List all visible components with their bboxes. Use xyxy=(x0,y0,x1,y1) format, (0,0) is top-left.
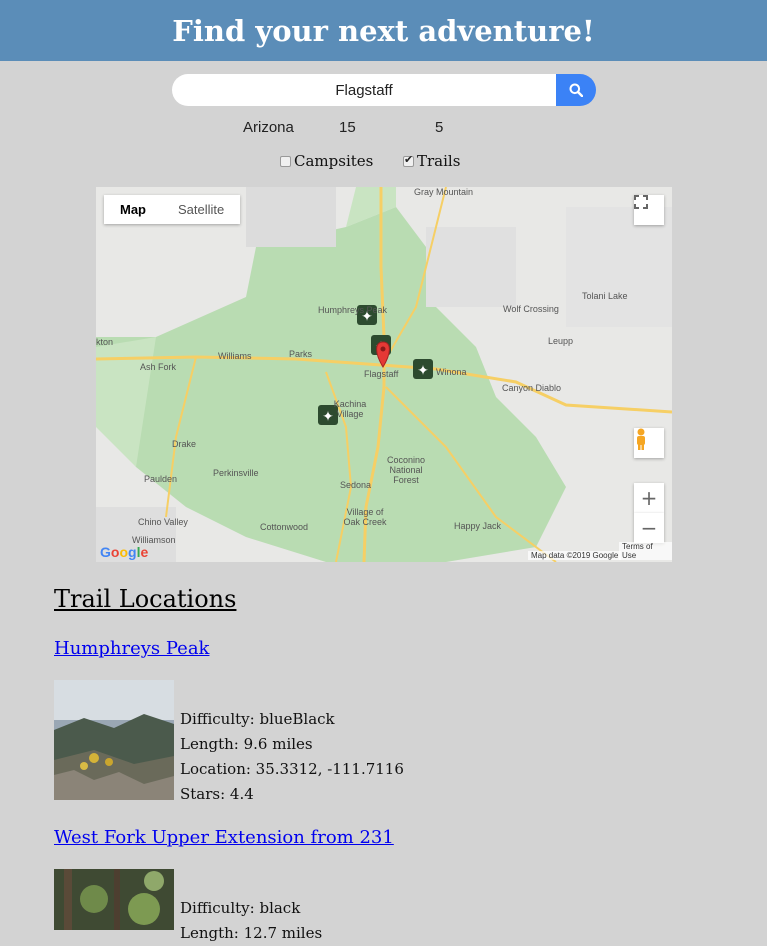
search-icon xyxy=(569,83,583,97)
map-type-map-button[interactable]: Map xyxy=(104,195,162,224)
search-bar xyxy=(172,74,596,106)
map-label: Chino Valley xyxy=(138,517,188,527)
map-label: kton xyxy=(96,337,114,347)
trail-details: Difficulty: blueBlack Length: 9.6 miles … xyxy=(180,707,404,807)
map-label: Humphreys Peak xyxy=(318,305,388,315)
trail-stars: Stars: 4.4 xyxy=(180,785,254,803)
section-title: Trail Locations xyxy=(54,585,237,613)
filter-campsites[interactable]: Campsites xyxy=(280,152,373,170)
map-label: Winona xyxy=(436,367,467,377)
map-label: Coconino National Forest xyxy=(386,455,426,485)
map-label: Williams xyxy=(218,351,252,361)
map-label: Perkinsville xyxy=(213,468,259,478)
map-label: Paulden xyxy=(144,474,178,484)
count-value: 5 xyxy=(435,119,444,136)
map-label: Tolani Lake xyxy=(582,291,628,301)
campsites-label: Campsites xyxy=(294,152,374,170)
terms-link[interactable]: Terms of Use xyxy=(619,542,672,560)
trail-link[interactable]: Humphreys Peak xyxy=(54,638,209,659)
trail-thumbnail xyxy=(54,869,174,930)
map-attribution: Map data ©2019 Google xyxy=(528,551,622,560)
map-label: Drake xyxy=(172,439,197,449)
trail-marker-3[interactable]: ✦ xyxy=(413,359,433,379)
search-button[interactable] xyxy=(556,74,596,106)
zoom-out-button[interactable]: − xyxy=(634,513,664,543)
campsites-checkbox[interactable] xyxy=(280,155,291,167)
map-label: Cottonwood xyxy=(260,522,309,532)
trail-difficulty: Difficulty: black xyxy=(180,899,301,917)
trail-thumbnail xyxy=(54,680,174,800)
trail-length: Length: 12.7 miles xyxy=(180,924,323,942)
trail-link[interactable]: West Fork Upper Extension from 231 xyxy=(54,827,394,848)
map-label: Village of Oak Creek xyxy=(343,507,387,527)
map-type-control: Map Satellite xyxy=(104,195,241,224)
google-logo[interactable]: Google xyxy=(100,544,148,560)
filter-trails[interactable]: Trails xyxy=(403,152,460,170)
radius-value: 15 xyxy=(339,119,356,136)
trails-checkbox[interactable] xyxy=(403,153,414,167)
state-value: Arizona xyxy=(243,119,294,136)
map-label: Parks xyxy=(289,349,313,359)
map-label: Happy Jack xyxy=(454,521,502,531)
fullscreen-button[interactable] xyxy=(634,195,664,225)
map-label: Wolf Crossing xyxy=(503,304,559,314)
map-label: Canyon Diablo xyxy=(502,383,562,393)
svg-text:✦: ✦ xyxy=(417,363,429,379)
map-label: Flagstaff xyxy=(364,369,399,379)
pegman-icon xyxy=(637,428,645,450)
map-label: Sedona xyxy=(340,480,372,490)
trail-difficulty: Difficulty: blueBlack xyxy=(180,710,335,728)
search-input[interactable] xyxy=(172,74,556,106)
map-label: Kachina Village xyxy=(333,399,367,419)
trail-details: Difficulty: black Length: 12.7 miles xyxy=(180,896,322,946)
zoom-in-button[interactable]: + xyxy=(634,483,664,513)
fullscreen-icon xyxy=(634,195,648,209)
map-type-satellite-button[interactable]: Satellite xyxy=(162,195,240,224)
map-label: Ash Fork xyxy=(140,362,177,372)
map-label: Leupp xyxy=(548,336,574,346)
street-view-button[interactable] xyxy=(634,428,664,458)
map[interactable]: ✦ ✦ ✦ ✦ Williams Parks Ash Fork Flagstaf… xyxy=(96,187,672,562)
trail-length: Length: 9.6 miles xyxy=(180,735,313,753)
trails-label: Trails xyxy=(417,152,461,170)
trail-location: Location: 35.3312, -111.7116 xyxy=(180,760,404,778)
page-header: Find your next adventure! xyxy=(0,0,767,61)
map-label: Gray Mountain xyxy=(414,187,474,197)
page-title: Find your next adventure! xyxy=(172,13,595,48)
